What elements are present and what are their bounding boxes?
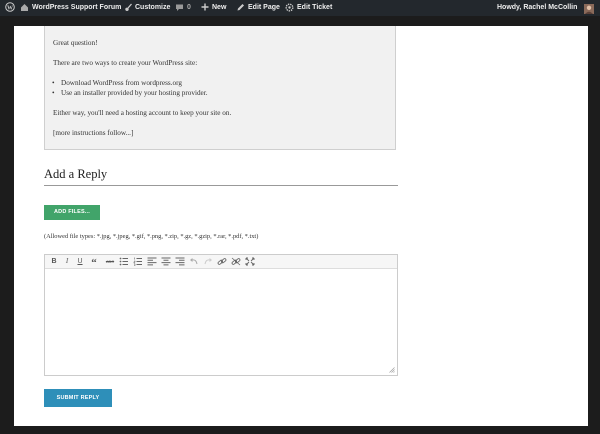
site-name-link[interactable]: WordPress Support Forum [32, 0, 121, 16]
howdy-user-link[interactable]: Howdy, Rachel McCollin [497, 0, 577, 16]
reply-textarea[interactable] [45, 269, 397, 375]
quoted-message: Great question! There are two ways to cr… [44, 26, 396, 150]
heading-divider [44, 185, 398, 186]
blockquote-button[interactable]: “ [89, 257, 99, 269]
align-left-icon[interactable] [147, 257, 157, 266]
paintbrush-icon [124, 0, 133, 16]
avatar[interactable] [584, 0, 594, 16]
edit-ticket-link[interactable]: Edit Ticket [297, 0, 332, 16]
underline-button[interactable]: U [75, 257, 85, 266]
undo-icon[interactable] [189, 257, 199, 266]
site-home-icon[interactable] [20, 0, 29, 16]
wordpress-logo-icon[interactable]: W [5, 0, 15, 16]
editor-toolbar: B I U “ ABC [45, 255, 397, 269]
numbered-list-icon[interactable] [133, 257, 143, 266]
link-icon[interactable] [217, 257, 227, 266]
gear-icon [285, 0, 294, 16]
fullscreen-icon[interactable] [245, 257, 255, 266]
customize-link[interactable]: Customize [135, 0, 170, 16]
align-right-icon[interactable] [175, 257, 185, 266]
quote-paragraph: There are two ways to create your WordPr… [53, 59, 198, 67]
list-item: Download WordPress from wordpress.org [52, 79, 182, 87]
admin-bar: W WordPress Support Forum Customize 0 Ne… [0, 0, 600, 16]
pencil-icon [236, 0, 245, 16]
add-files-button[interactable]: ADD FILES... [44, 205, 100, 220]
page-content: Great question! There are two ways to cr… [14, 26, 588, 426]
strikethrough-button[interactable]: ABC [104, 257, 116, 266]
reply-heading: Add a Reply [44, 167, 108, 181]
redo-icon[interactable] [203, 257, 213, 266]
submit-reply-button[interactable]: SUBMIT REPLY [44, 389, 112, 407]
list-item: Use an installer provided by your hostin… [52, 89, 208, 97]
new-link[interactable]: New [212, 0, 226, 16]
quote-paragraph: Either way, you'll need a hosting accoun… [53, 109, 232, 117]
svg-text:W: W [7, 5, 13, 11]
italic-button[interactable]: I [62, 257, 72, 266]
edit-page-link[interactable]: Edit Page [248, 0, 280, 16]
reply-editor: B I U “ ABC [44, 254, 398, 376]
plus-icon[interactable] [201, 0, 209, 16]
quote-paragraph: Great question! [53, 39, 98, 47]
unlink-icon[interactable] [231, 257, 241, 266]
quote-paragraph: [more instructions follow...] [53, 129, 134, 137]
bold-button[interactable]: B [49, 257, 59, 266]
resize-handle-icon[interactable] [389, 367, 395, 373]
allowed-file-types: (Allowed file types: *.jpg, *.jpeg, *.gi… [44, 233, 259, 240]
comments-count[interactable]: 0 [187, 0, 191, 16]
bullet-list-icon[interactable] [119, 257, 129, 266]
align-center-icon[interactable] [161, 257, 171, 266]
comment-bubble-icon[interactable] [175, 0, 184, 16]
